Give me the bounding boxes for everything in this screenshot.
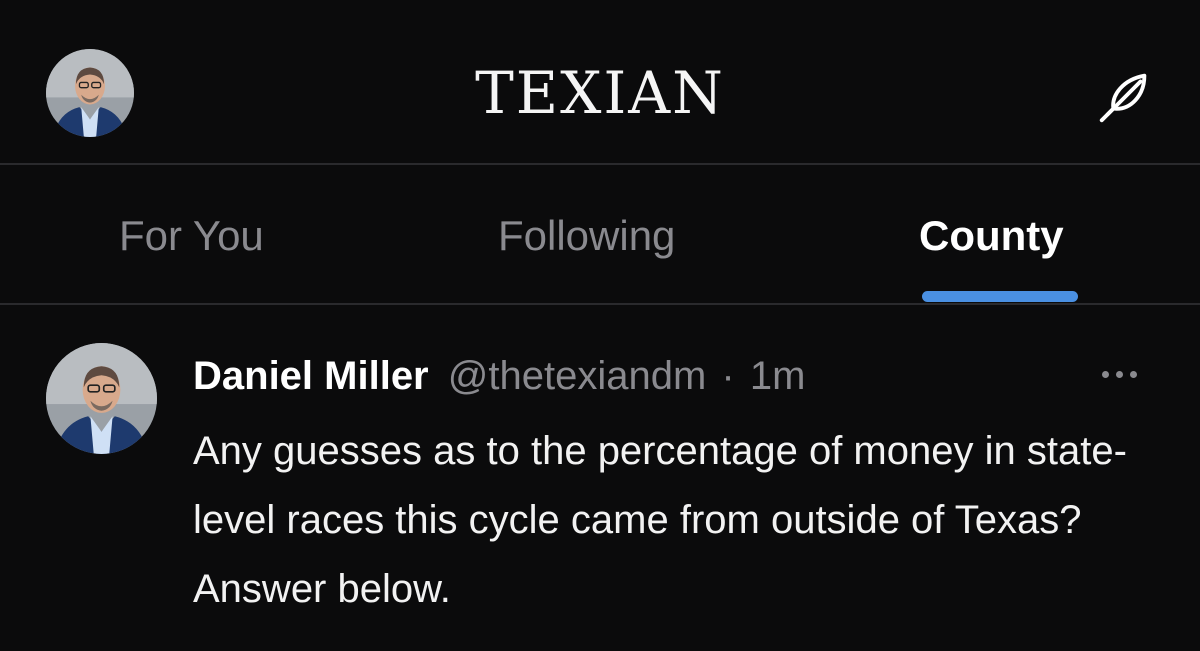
post-author-avatar[interactable] xyxy=(46,343,157,454)
compose-button[interactable] xyxy=(1094,66,1156,128)
meta-separator: · xyxy=(721,354,735,398)
feather-icon xyxy=(1099,73,1147,123)
tab-county[interactable]: County xyxy=(919,209,1064,263)
top-bar: TEXIAN xyxy=(0,0,1200,165)
post-body-text: Any guesses as to the percentage of mone… xyxy=(193,429,1127,611)
more-dot xyxy=(1102,371,1109,378)
tab-for-you[interactable]: For You xyxy=(119,209,264,263)
post-item[interactable]: Daniel Miller @thetexiandm · 1m Any gues… xyxy=(0,305,1200,651)
avatar-image xyxy=(46,343,157,454)
app-title: TEXIAN xyxy=(475,59,725,127)
active-tab-indicator xyxy=(922,291,1078,302)
post-timestamp: 1m xyxy=(749,354,806,398)
author-name[interactable]: Daniel Miller xyxy=(193,354,429,398)
post-meta: Daniel Miller @thetexiandm · 1m xyxy=(193,351,805,401)
tab-following[interactable]: Following xyxy=(498,209,675,263)
more-dot xyxy=(1116,371,1123,378)
more-options-icon[interactable] xyxy=(1098,363,1142,387)
author-handle[interactable]: @thetexiandm xyxy=(448,354,707,398)
more-dot xyxy=(1130,371,1137,378)
feed-tabs: For You Following County xyxy=(0,165,1200,305)
